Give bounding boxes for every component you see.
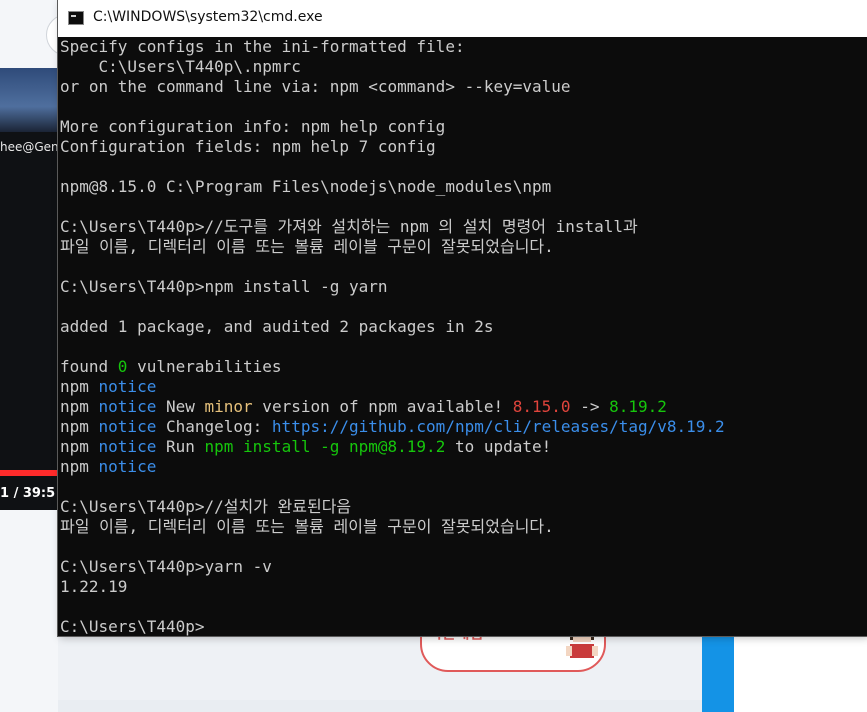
console-text: Specify configs in the ini-formatted fil… — [60, 37, 465, 56]
console-text: npm — [60, 457, 99, 476]
console-line: C:\Users\T440p>//도구를 가져와 설치하는 npm 의 설치 명… — [60, 217, 867, 237]
console-text: 8.19.2 — [609, 397, 667, 416]
console-line: C:\Users\T440p>//설치가 완료된다음 — [60, 497, 867, 517]
console-text: notice — [98, 417, 157, 436]
console-line: npm notice — [60, 457, 867, 477]
console-text: New — [156, 397, 205, 416]
console-text: vulnerabilities — [127, 357, 282, 376]
console-line: or on the command line via: npm <command… — [60, 77, 867, 97]
console-output[interactable]: Specify configs in the ini-formatted fil… — [58, 37, 867, 636]
console-text: notice — [98, 377, 157, 396]
console-text: added 1 package, and audited 2 packages … — [60, 317, 494, 336]
video-user-label: hee@Gen — [0, 140, 59, 154]
console-text: C:\Users\T440p> — [60, 617, 205, 636]
console-text: C:\Users\T440p>//도구를 가져와 설치하는 npm 의 설치 명… — [60, 217, 638, 236]
console-line: C:\Users\T440p> — [60, 617, 867, 636]
console-app-icon — [68, 11, 84, 25]
console-text: minor — [204, 397, 253, 416]
console-line: npm notice Changelog: https://github.com… — [60, 417, 867, 437]
console-line: More configuration info: npm help config — [60, 117, 867, 137]
console-line: Configuration fields: npm help 7 config — [60, 137, 867, 157]
console-line: npm notice Run npm install -g npm@8.19.2… — [60, 437, 867, 457]
console-text: 8.15.0 — [512, 397, 571, 416]
console-text: 파일 이름, 디렉터리 이름 또는 볼륨 레이블 구문이 잘못되었습니다. — [60, 517, 554, 536]
console-line: npm notice — [60, 377, 867, 397]
console-text: notice — [98, 397, 157, 416]
background-horizontal-scrollbar[interactable] — [58, 700, 702, 712]
console-line: 파일 이름, 디렉터리 이름 또는 볼륨 레이블 구문이 잘못되었습니다. — [60, 517, 867, 537]
console-text: npm@8.15.0 C:\Program Files\nodejs\node_… — [60, 177, 552, 196]
console-line: added 1 package, and audited 2 packages … — [60, 317, 867, 337]
console-text: npm — [60, 397, 99, 416]
console-text: npm install -g npm@8.19.2 — [204, 437, 446, 456]
console-text: C:\Users\T440p>npm install -g yarn — [60, 277, 388, 296]
console-text: C:\Users\T440p>yarn -v — [60, 557, 272, 576]
console-line: found 0 vulnerabilities — [60, 357, 867, 377]
console-text: Configuration fields: npm help 7 config — [60, 137, 436, 156]
console-text: found — [60, 357, 118, 376]
cmd-window[interactable]: C:\WINDOWS\system32\cmd.exe Specify conf… — [58, 0, 867, 636]
console-line: npm notice New minor version of npm avai… — [60, 397, 867, 417]
console-text: -> — [570, 397, 610, 416]
console-line: 파일 이름, 디렉터리 이름 또는 볼륨 레이블 구문이 잘못되었습니다. — [60, 237, 867, 257]
video-thumbnail — [0, 68, 60, 132]
video-progress-bar[interactable] — [0, 470, 60, 476]
console-line: npm@8.15.0 C:\Program Files\nodejs\node_… — [60, 177, 867, 197]
window-titlebar[interactable]: C:\WINDOWS\system32\cmd.exe — [58, 0, 867, 38]
console-line: Specify configs in the ini-formatted fil… — [60, 37, 867, 57]
console-text: Changelog: — [156, 417, 272, 436]
background-video-player[interactable]: hee@Gen 1 / 39:5 — [0, 68, 60, 510]
console-line: C:\Users\T440p>yarn -v — [60, 557, 867, 577]
console-line: C:\Users\T440p\.npmrc — [60, 57, 867, 77]
window-title: C:\WINDOWS\system32\cmd.exe — [93, 9, 323, 25]
console-text: 0 — [117, 357, 128, 376]
console-text: C:\Users\T440p\.npmrc — [60, 57, 301, 76]
console-text: 파일 이름, 디렉터리 이름 또는 볼륨 레이블 구문이 잘못되었습니다. — [60, 237, 554, 256]
console-text: or on the command line via: npm <command… — [60, 77, 571, 96]
console-text: notice — [98, 437, 157, 456]
video-time-label: 1 / 39:5 — [0, 486, 56, 501]
console-text: More configuration info: npm help config — [60, 117, 446, 136]
console-text: 1.22.19 — [60, 577, 128, 596]
console-text: npm — [60, 417, 99, 436]
console-text: to update! — [445, 437, 552, 456]
console-text: notice — [98, 457, 157, 476]
console-line: C:\Users\T440p>npm install -g yarn — [60, 277, 867, 297]
console-text: C:\Users\T440p>//설치가 완료된다음 — [60, 497, 352, 516]
console-text: Run — [156, 437, 205, 456]
console-text[interactable]: https://github.com/npm/cli/releases/tag/… — [272, 417, 725, 436]
console-text: npm — [60, 437, 99, 456]
console-line: 1.22.19 — [60, 577, 867, 597]
console-text: npm — [60, 377, 99, 396]
console-text: version of npm available! — [252, 397, 513, 416]
